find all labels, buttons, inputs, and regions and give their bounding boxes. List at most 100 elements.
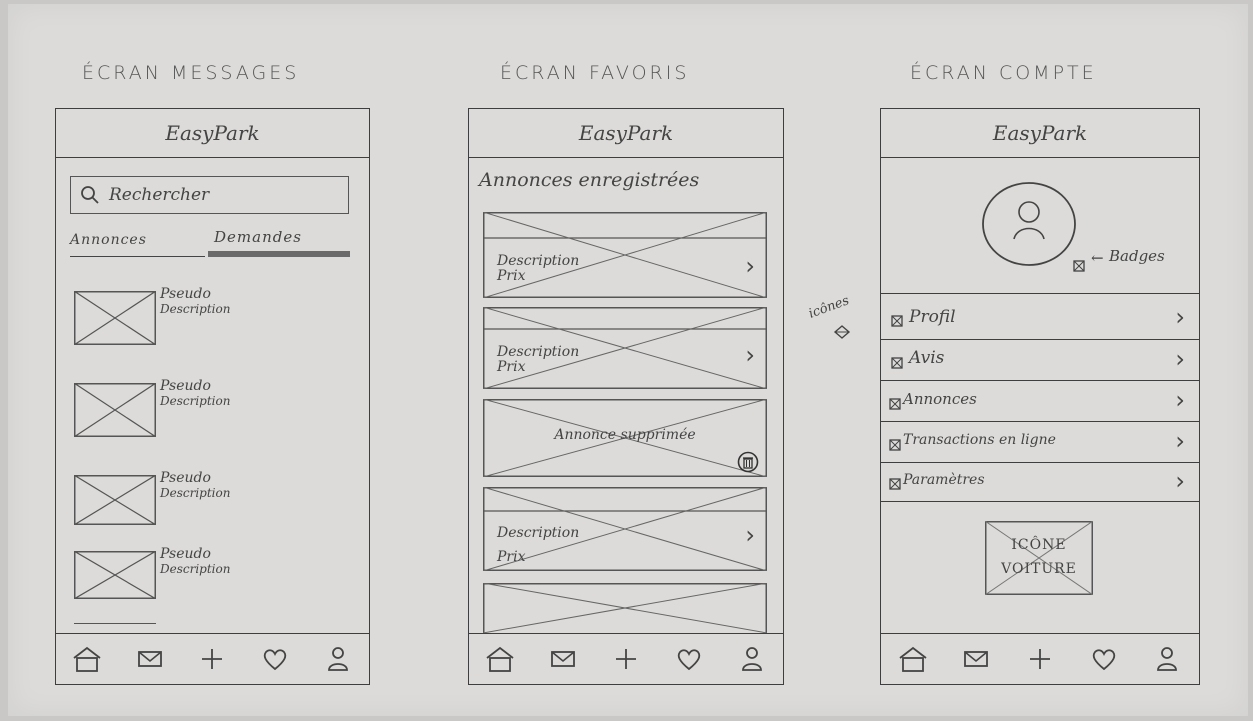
app-name: EasyPark	[165, 121, 260, 145]
bottom-nav	[56, 633, 369, 684]
list-item[interactable]: Pseudo Description	[74, 547, 294, 603]
mail-icon[interactable]	[133, 642, 167, 676]
card-price: Prix	[497, 359, 526, 375]
item-pseudo: Pseudo	[160, 378, 211, 394]
thumbnail-placeholder	[74, 475, 156, 525]
tab-underline	[70, 256, 205, 257]
menu-label: Paramètres	[903, 472, 985, 488]
menu-item-transactions[interactable]: Transactions en ligne ›	[881, 422, 1199, 463]
chevron-right-icon: ›	[1175, 345, 1185, 373]
home-icon[interactable]	[70, 642, 104, 676]
deleted-label: Annonce supprimée	[554, 427, 696, 443]
list-item[interactable]: Pseudo Description	[74, 379, 294, 439]
tab-annonces-label: Annonces	[70, 232, 147, 248]
screen-title-compte: ÉCRAN COMPTE	[910, 62, 1097, 84]
card-description: Description	[497, 344, 580, 360]
search-input[interactable]: Rechercher	[70, 176, 349, 214]
car-icon-line2: VOITURE	[1001, 561, 1077, 577]
item-description: Description	[160, 486, 231, 500]
item-description: Description	[160, 302, 231, 316]
favorite-card[interactable]: Description Prix ›	[483, 212, 767, 298]
chevron-right-icon: ›	[1175, 467, 1185, 495]
bottom-nav	[881, 633, 1199, 684]
menu-label: Transactions en ligne	[903, 432, 1056, 448]
chevron-right-icon[interactable]: ›	[745, 341, 755, 369]
menu-item-parametres[interactable]: Paramètres ›	[881, 463, 1199, 502]
trash-icon[interactable]	[737, 451, 759, 473]
app-header: EasyPark	[56, 109, 369, 158]
card-price: Prix	[497, 549, 526, 565]
transactions-icon	[889, 436, 901, 451]
item-pseudo: Pseudo	[160, 546, 211, 562]
user-icon[interactable]	[735, 642, 769, 676]
card-description: Description	[497, 253, 580, 269]
thumbnail-placeholder	[74, 551, 156, 599]
list-item[interactable]: Pseudo Description	[74, 287, 294, 347]
menu-label: Profil	[909, 307, 956, 327]
user-icon[interactable]	[321, 642, 355, 676]
avatar[interactable]	[981, 181, 1077, 267]
profile-section: ← Badges	[881, 159, 1199, 294]
car-icon-line1: ICÔNE	[1011, 537, 1067, 553]
chevron-right-icon: ›	[1175, 427, 1185, 455]
screen-title-messages: ÉCRAN MESSAGES	[82, 62, 300, 84]
item-pseudo: Pseudo	[160, 470, 211, 486]
plus-icon[interactable]	[609, 642, 643, 676]
item-description: Description	[160, 562, 231, 576]
badge-icon	[1073, 257, 1085, 272]
tab-demandes-label: Demandes	[214, 228, 302, 246]
favorite-card-partial	[482, 582, 768, 634]
app-name: EasyPark	[992, 121, 1088, 145]
profil-icon	[891, 312, 903, 327]
chevron-right-icon[interactable]: ›	[745, 521, 755, 549]
app-header: EasyPark	[881, 109, 1199, 158]
badges-label: Badges	[1109, 247, 1165, 265]
item-pseudo: Pseudo	[160, 286, 211, 302]
chevron-right-icon: ›	[1175, 303, 1185, 331]
menu-item-annonces[interactable]: Annonces ›	[881, 381, 1199, 422]
arrow-icon: ←	[1091, 249, 1104, 267]
parametres-icon	[889, 475, 901, 490]
tab-annonces[interactable]: Annonces	[70, 229, 205, 257]
menu-item-avis[interactable]: Avis ›	[881, 340, 1199, 381]
phone-favoris: EasyPark Annonces enregistrées Descripti…	[468, 108, 784, 685]
favorite-card-deleted[interactable]: Annonce supprimée	[483, 399, 767, 477]
heart-icon[interactable]	[672, 642, 706, 676]
heart-icon[interactable]	[1087, 642, 1121, 676]
card-price: Prix	[497, 268, 526, 284]
chevron-right-icon: ›	[1175, 386, 1185, 414]
car-icon-placeholder: ICÔNE VOITURE	[984, 520, 1094, 596]
plus-icon[interactable]	[1023, 642, 1057, 676]
menu-label: Avis	[909, 348, 945, 368]
home-icon[interactable]	[896, 642, 930, 676]
screen-title-favoris: ÉCRAN FAVORIS	[500, 62, 690, 84]
tab-active-indicator	[208, 251, 350, 257]
bottom-nav	[469, 633, 783, 684]
card-description: Description	[497, 525, 580, 541]
search-icon	[79, 184, 101, 206]
user-icon[interactable]	[1150, 642, 1184, 676]
section-title: Annonces enregistrées	[479, 169, 700, 191]
tab-demandes[interactable]: Demandes	[208, 227, 350, 257]
mail-icon[interactable]	[959, 642, 993, 676]
phone-messages: EasyPark Rechercher Annonces Demandes Ps…	[55, 108, 370, 685]
mail-icon[interactable]	[546, 642, 580, 676]
heart-icon[interactable]	[258, 642, 292, 676]
chevron-right-icon[interactable]: ›	[745, 252, 755, 280]
menu-label: Annonces	[903, 390, 977, 408]
list-item-partial	[74, 623, 156, 624]
annotation-icon-sample	[833, 324, 851, 340]
favorite-card[interactable]: Description Prix ›	[483, 487, 767, 571]
menu-item-profil[interactable]: Profil ›	[881, 297, 1199, 340]
app-header: EasyPark	[469, 109, 783, 158]
item-description: Description	[160, 394, 231, 408]
home-icon[interactable]	[483, 642, 517, 676]
annonces-icon	[889, 395, 901, 410]
thumbnail-placeholder	[74, 291, 156, 345]
thumbnail-placeholder	[74, 383, 156, 437]
plus-icon[interactable]	[195, 642, 229, 676]
phone-compte: EasyPark ← Badges Profil › Avis › Annonc…	[880, 108, 1200, 685]
list-item[interactable]: Pseudo Description	[74, 471, 294, 531]
favorite-card[interactable]: Description Prix ›	[483, 307, 767, 389]
avis-icon	[891, 354, 903, 369]
